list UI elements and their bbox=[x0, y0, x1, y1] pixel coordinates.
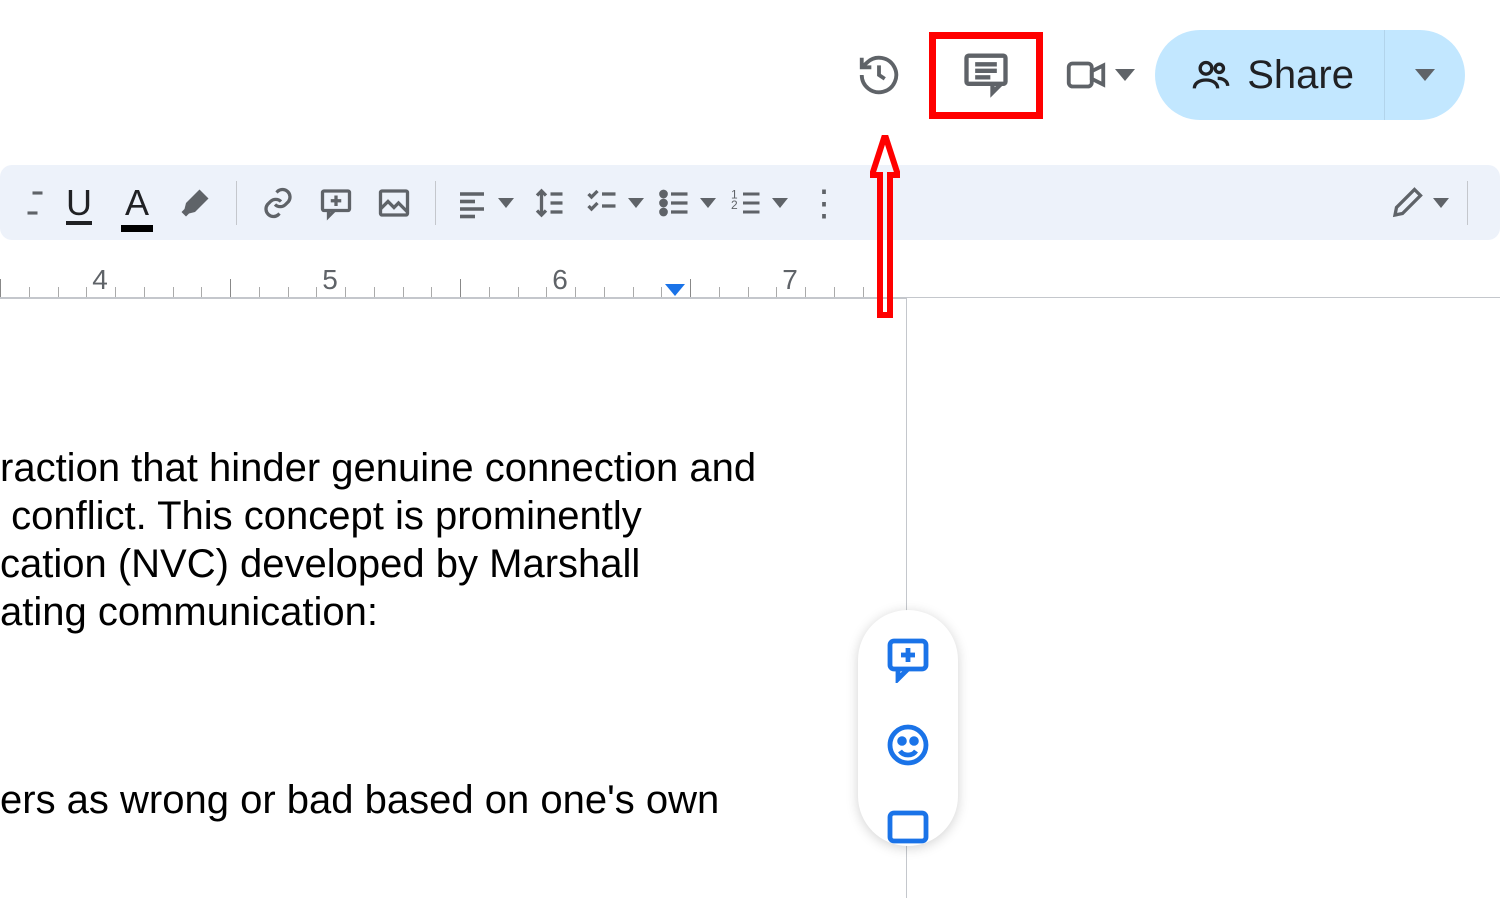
link-icon bbox=[260, 185, 296, 221]
chevron-down-icon bbox=[1433, 198, 1449, 208]
align-button[interactable] bbox=[448, 185, 520, 221]
top-action-bar: Share bbox=[849, 30, 1465, 120]
annotation-arrow bbox=[870, 135, 900, 325]
share-button[interactable]: Share bbox=[1155, 53, 1384, 98]
align-left-icon bbox=[454, 185, 490, 221]
people-icon bbox=[1191, 55, 1231, 95]
comment-icon bbox=[960, 47, 1012, 99]
bulleted-list-button[interactable] bbox=[650, 185, 722, 221]
chevron-down-icon bbox=[498, 198, 514, 208]
highlighted-annotation-box bbox=[929, 32, 1043, 119]
ruler-label: 7 bbox=[782, 264, 798, 296]
ruler-label: 4 bbox=[92, 264, 108, 296]
italic-icon bbox=[20, 185, 50, 221]
chevron-down-icon bbox=[700, 198, 716, 208]
ruler-label: 5 bbox=[322, 264, 338, 296]
document-text-line: ers as wrong or bad based on one's own bbox=[0, 776, 906, 824]
more-options-button[interactable]: ⋮ bbox=[794, 178, 852, 228]
add-comment-icon bbox=[318, 185, 354, 221]
video-call-button[interactable] bbox=[1063, 52, 1135, 98]
suggest-edits-button[interactable] bbox=[883, 806, 933, 856]
add-comment-icon bbox=[884, 635, 932, 683]
horizontal-ruler[interactable]: 4 5 6 7 bbox=[0, 258, 1500, 298]
version-history-button[interactable] bbox=[849, 45, 909, 105]
highlighter-icon bbox=[177, 185, 213, 221]
video-icon bbox=[1063, 52, 1109, 98]
line-spacing-icon bbox=[531, 185, 567, 221]
history-icon bbox=[856, 52, 902, 98]
share-label: Share bbox=[1247, 53, 1354, 98]
formatting-toolbar: U A bbox=[0, 165, 1500, 240]
floating-action-pill bbox=[858, 610, 958, 846]
chevron-down-icon bbox=[1115, 69, 1135, 81]
underline-icon: U bbox=[66, 182, 92, 224]
pencil-icon bbox=[1389, 185, 1425, 221]
emoji-icon bbox=[884, 721, 932, 769]
underline-button[interactable]: U bbox=[50, 178, 108, 228]
share-dropdown-button[interactable] bbox=[1384, 30, 1465, 120]
highlight-color-button[interactable] bbox=[166, 178, 224, 228]
chevron-down-icon bbox=[1415, 69, 1435, 81]
bullet-list-icon bbox=[656, 185, 692, 221]
document-text-line: conflict. This concept is prominently bbox=[0, 492, 906, 540]
document-page[interactable]: raction that hinder genuine connection a… bbox=[0, 298, 907, 898]
ruler-label: 6 bbox=[552, 264, 568, 296]
share-button-group: Share bbox=[1155, 30, 1465, 120]
svg-text:2: 2 bbox=[731, 198, 738, 212]
italic-button[interactable] bbox=[20, 178, 50, 228]
toolbar-right-group bbox=[1383, 181, 1480, 225]
add-comment-floating-button[interactable] bbox=[883, 634, 933, 684]
document-text-line: raction that hinder genuine connection a… bbox=[0, 444, 906, 492]
emoji-reaction-button[interactable] bbox=[883, 720, 933, 770]
checklist-icon bbox=[584, 185, 620, 221]
toolbar-divider bbox=[435, 181, 436, 225]
insert-link-button[interactable] bbox=[249, 178, 307, 228]
text-color-icon: A bbox=[125, 182, 149, 224]
margin-marker-icon[interactable] bbox=[663, 280, 687, 298]
insert-image-button[interactable] bbox=[365, 178, 423, 228]
line-spacing-button[interactable] bbox=[520, 178, 578, 228]
chevron-down-icon bbox=[772, 198, 788, 208]
checklist-button[interactable] bbox=[578, 185, 650, 221]
comment-history-button[interactable] bbox=[960, 47, 1012, 104]
toolbar-divider bbox=[1467, 181, 1468, 225]
editing-mode-button[interactable] bbox=[1383, 185, 1455, 221]
suggest-icon bbox=[884, 807, 932, 855]
chevron-down-icon bbox=[628, 198, 644, 208]
more-vertical-icon: ⋮ bbox=[806, 182, 840, 224]
text-color-button[interactable]: A bbox=[108, 178, 166, 228]
document-text-line: ating communication: bbox=[0, 588, 906, 636]
toolbar-left-group: U A bbox=[20, 178, 852, 228]
image-icon bbox=[376, 185, 412, 221]
document-text-line: cation (NVC) developed by Marshall bbox=[0, 540, 906, 588]
numbered-list-button[interactable]: 12 bbox=[722, 185, 794, 221]
toolbar-divider bbox=[236, 181, 237, 225]
add-comment-button[interactable] bbox=[307, 178, 365, 228]
numbered-list-icon: 12 bbox=[728, 185, 764, 221]
